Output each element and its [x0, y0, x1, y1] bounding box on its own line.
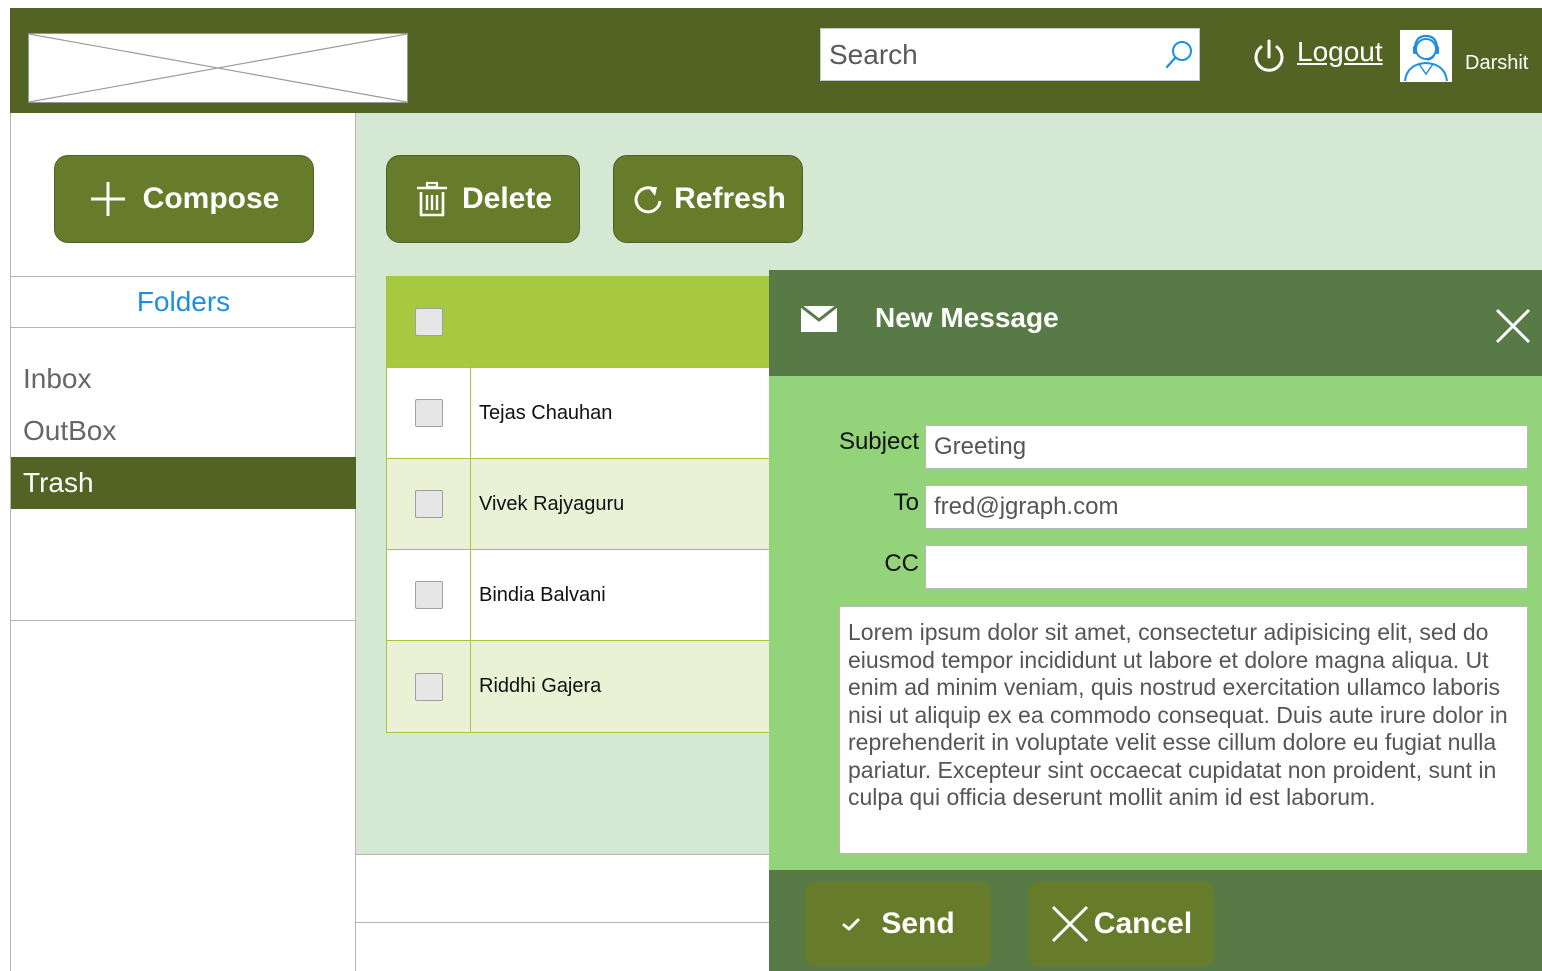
- folders-heading: Folders: [11, 276, 356, 328]
- refresh-button-label: Refresh: [674, 182, 786, 215]
- trash-icon: [416, 181, 447, 217]
- dialog-title: New Message: [875, 302, 1059, 333]
- dialog-footer: Send Cancel: [769, 870, 1542, 971]
- subject-field[interactable]: [925, 425, 1528, 469]
- folder-list: Inbox OutBox Trash: [11, 353, 356, 509]
- table-row[interactable]: Bindia Balvani: [387, 550, 805, 641]
- search-icon[interactable]: [1163, 39, 1195, 71]
- table-cell: [387, 641, 471, 732]
- logout-link[interactable]: Logout: [1297, 36, 1383, 68]
- search-box: [820, 28, 1200, 81]
- cancel-button-label: Cancel: [1093, 907, 1193, 940]
- sidebar-divider: [11, 620, 356, 621]
- mail-table: Tejas Chauhan Vivek Rajyaguru Bindia Bal…: [386, 276, 806, 733]
- logo-placeholder-image: [29, 34, 407, 102]
- close-icon[interactable]: [1493, 306, 1533, 346]
- select-all-checkbox[interactable]: [414, 308, 443, 336]
- table-cell: [387, 277, 471, 367]
- row-sender-name: Bindia Balvani: [479, 583, 606, 606]
- table-row[interactable]: Riddhi Gajera: [387, 641, 805, 732]
- table-header-cell: [471, 277, 805, 367]
- user-avatar-icon[interactable]: [1400, 30, 1452, 82]
- to-field[interactable]: [925, 485, 1528, 529]
- checkmark-icon: [842, 918, 860, 931]
- row-checkbox[interactable]: [414, 672, 443, 701]
- user-name: Darshit: [1465, 52, 1529, 74]
- folder-item-outbox[interactable]: OutBox: [11, 405, 356, 457]
- refresh-icon: [634, 186, 662, 214]
- search-input[interactable]: [821, 29, 1151, 80]
- cc-field[interactable]: [925, 545, 1528, 589]
- folder-item-inbox[interactable]: Inbox: [11, 353, 356, 405]
- row-sender-name: Riddhi Gajera: [479, 675, 602, 697]
- cancel-button[interactable]: Cancel: [1028, 882, 1214, 966]
- refresh-button[interactable]: Refresh: [613, 155, 803, 243]
- plus-icon: [90, 182, 125, 216]
- compose-button[interactable]: Compose: [54, 155, 314, 243]
- table-cell: [387, 368, 471, 458]
- x-icon: [1051, 905, 1088, 943]
- table-row[interactable]: Tejas Chauhan: [387, 368, 805, 459]
- envelope-icon: [801, 306, 837, 332]
- folder-item-trash[interactable]: Trash: [11, 457, 356, 509]
- send-button-label: Send: [881, 907, 955, 940]
- subject-label: Subject: [838, 428, 919, 455]
- table-cell: [387, 459, 471, 549]
- dialog-header: New Message: [769, 270, 1542, 376]
- delete-button[interactable]: Delete: [386, 155, 580, 243]
- table-header-row: [387, 277, 805, 368]
- sidebar: Compose Folders Inbox OutBox Trash: [10, 113, 356, 971]
- delete-button-label: Delete: [461, 182, 553, 215]
- send-button[interactable]: Send: [805, 882, 991, 966]
- power-icon[interactable]: [1250, 38, 1288, 76]
- row-checkbox[interactable]: [414, 581, 443, 609]
- logo-placeholder: [28, 33, 408, 103]
- row-sender-name: Tejas Chauhan: [479, 401, 613, 424]
- message-body-field[interactable]: Lorem ipsum dolor sit amet, consectetur …: [839, 606, 1528, 854]
- compose-button-label: Compose: [142, 182, 280, 215]
- cc-label: CC: [884, 550, 919, 577]
- row-checkbox[interactable]: [414, 490, 443, 518]
- to-label: To: [893, 489, 919, 516]
- new-message-dialog: New Message Subject To CC Lorem ipsum do…: [769, 270, 1542, 971]
- row-checkbox[interactable]: [414, 399, 443, 427]
- table-row[interactable]: Vivek Rajyaguru: [387, 459, 805, 550]
- row-sender-name: Vivek Rajyaguru: [479, 492, 625, 515]
- top-header: Logout Darshit: [10, 8, 1542, 113]
- table-cell: [387, 550, 471, 640]
